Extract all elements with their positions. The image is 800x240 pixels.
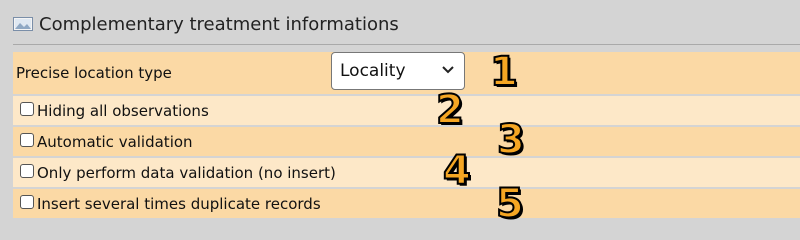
annotation-number-4: 4 <box>442 148 472 194</box>
option-row: Insert several times duplicate records <box>13 189 800 218</box>
image-icon <box>13 17 33 31</box>
validation-only-checkbox[interactable] <box>20 163 34 178</box>
option-row: Hiding all observations <box>13 96 800 125</box>
option-label: Automatic validation <box>37 132 193 151</box>
annotation-number-3: 3 <box>496 117 526 163</box>
hiding-observations-checkbox[interactable] <box>20 101 34 116</box>
option-row: Only perform data validation (no insert) <box>13 158 800 187</box>
annotation-number-1: 1 <box>489 49 519 95</box>
precise-location-label: Precise location type <box>16 64 172 82</box>
chevron-down-icon <box>442 66 454 74</box>
precise-location-select[interactable]: Locality <box>331 52 465 90</box>
annotation-number-5: 5 <box>495 181 525 227</box>
panel-title: Complementary treatment informations <box>39 13 399 35</box>
option-label: Insert several times duplicate records <box>37 194 321 213</box>
option-label: Hiding all observations <box>37 101 209 120</box>
precise-location-row: Precise location type Locality <box>13 52 800 94</box>
panel-header: Complementary treatment informations <box>13 8 399 40</box>
header-divider <box>13 44 800 45</box>
automatic-validation-checkbox[interactable] <box>20 132 34 147</box>
option-row: Automatic validation <box>13 127 800 156</box>
option-label: Only perform data validation (no insert) <box>37 163 336 182</box>
precise-location-value: Locality <box>340 61 406 81</box>
annotation-number-2: 2 <box>435 87 465 133</box>
insert-duplicates-checkbox[interactable] <box>20 194 34 209</box>
